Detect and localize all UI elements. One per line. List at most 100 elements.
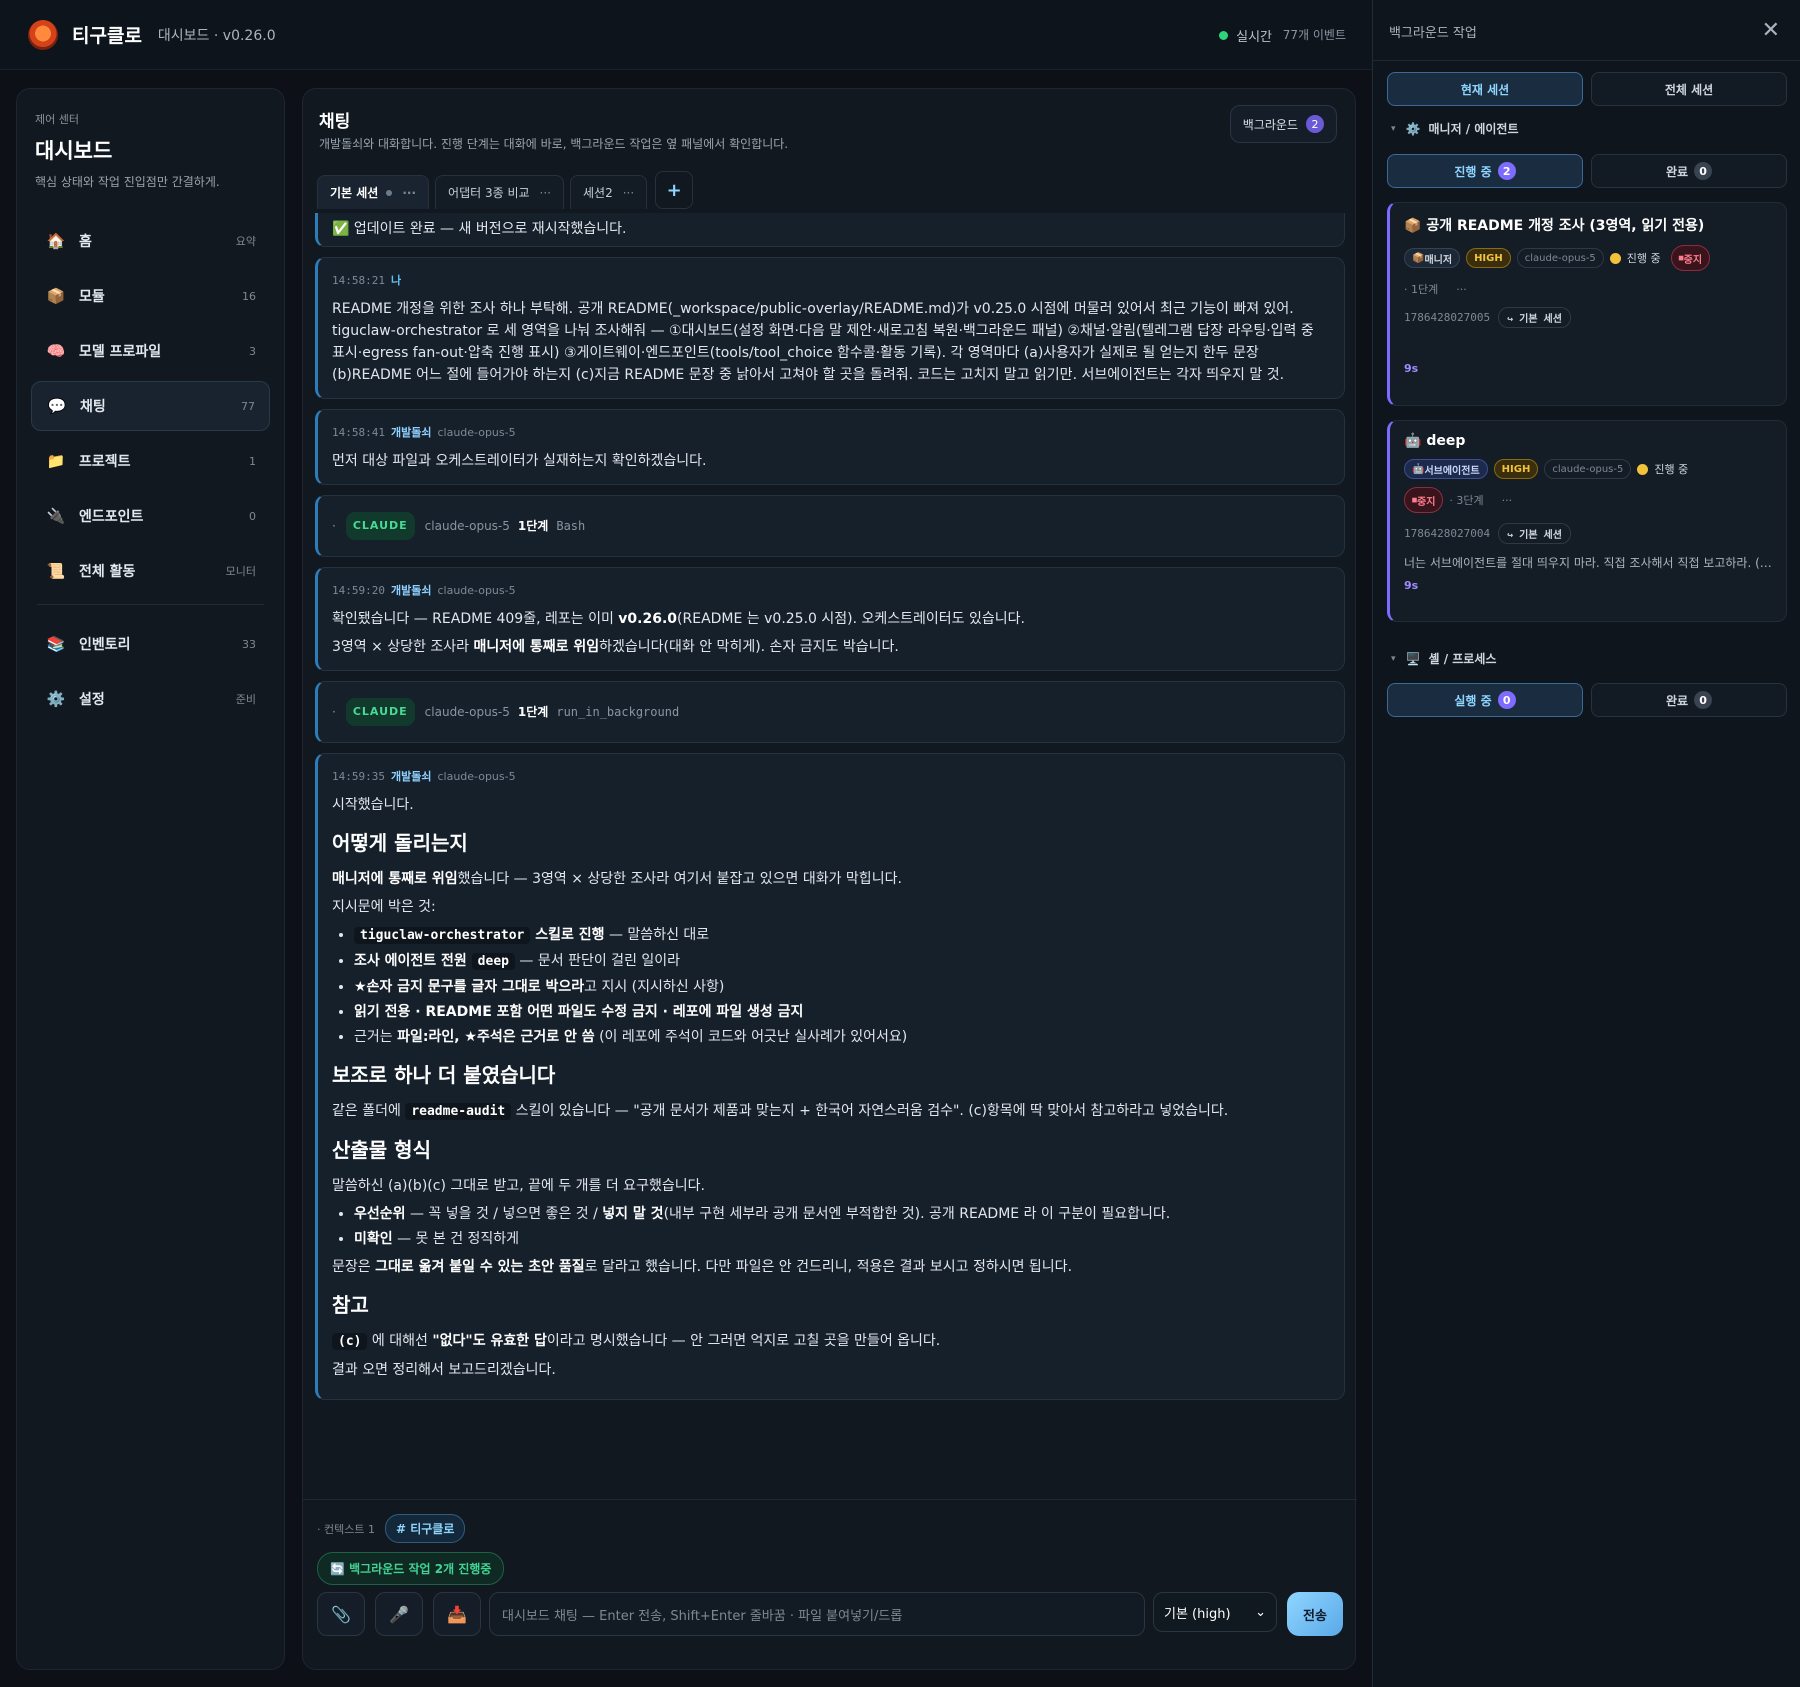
task-title: 🤖 deep <box>1404 433 1466 449</box>
message-author: 개발돌쇠 <box>390 584 432 597</box>
task-card[interactable]: 📦 공개 README 개정 조사 (3영역, 읽기 전용) 📦 매니저 HIG… <box>1387 202 1787 406</box>
message-text: 결과 오면 정리해서 보고드리겠습니다. <box>332 1362 556 1378</box>
sidebar-item-count: 준비 <box>235 693 256 706</box>
sidebar-item-model-profiles[interactable]: 🧠 모델 프로파일 3 <box>31 326 270 376</box>
background-running-label: 백그라운드 작업 2개 진행중 <box>349 1562 492 1576</box>
tool-stage: 1단계 <box>517 519 549 533</box>
panel-title: 백그라운드 작업 <box>1389 26 1477 41</box>
message-text: 3영역 × 상당한 조사라 매니저에 통째로 위임하겠습니다(대화 안 막히게)… <box>332 639 899 655</box>
filter-label: 실행 중 <box>1454 693 1492 708</box>
close-icon[interactable]: ✕ <box>1762 18 1780 43</box>
message-time: 14:58:21 <box>332 274 385 287</box>
section-agents-header[interactable]: ▾ ⚙️ 매니저 / 에이전트 <box>1391 120 1519 137</box>
session-tag[interactable]: ↪ 기본 세션 <box>1498 307 1571 328</box>
add-tab-button[interactable]: + <box>655 171 694 209</box>
message-time: 14:58:41 <box>332 426 385 439</box>
tool-call-row[interactable]: · CLAUDE claude-opus-5 1단계 Bash <box>315 495 1345 557</box>
tab-more-icon[interactable]: ··· <box>623 186 634 200</box>
session-tag[interactable]: ↪ 기본 세션 <box>1498 523 1571 544</box>
task-tags: 📦 매니저 HIGH claude-opus-5 진행 중 ⏹ 중지 <box>1404 245 1772 271</box>
send-button[interactable]: 전송 <box>1287 1592 1343 1636</box>
background-running-chip[interactable]: 🔄 백그라운드 작업 2개 진행중 <box>317 1552 505 1585</box>
section-label: 매니저 / 에이전트 <box>1428 122 1519 136</box>
scroll-icon: 📜 <box>46 562 66 580</box>
tool-stage: 1단계 <box>517 705 549 719</box>
sidebar-item-label: 모델 프로파일 <box>79 344 162 360</box>
tab-label: 세션2 <box>583 186 613 200</box>
tool-name: run_in_background <box>556 705 680 719</box>
package-icon: 📦 <box>1404 218 1427 234</box>
sidebar-item-count: 33 <box>242 637 256 651</box>
background-toggle-button[interactable]: 백그라운드 2 <box>1229 105 1337 143</box>
stop-button[interactable]: ⏹ 중지 <box>1404 487 1444 513</box>
background-tasks-panel: 백그라운드 작업 ✕ 현재 세션 전체 세션 ▾ ⚙️ 매니저 / 에이전트 진… <box>1372 0 1800 1687</box>
task-card[interactable]: 🤖 deep 🤖 서브에이전트 HIGH claude-opus-5 진행 중 … <box>1387 420 1787 622</box>
refresh-icon: 🔄 <box>330 1562 350 1576</box>
message-meta: 14:59:20 개발돌쇠 claude-opus-5 <box>332 580 1330 602</box>
more-icon[interactable]: ··· <box>1456 283 1467 296</box>
caret-down-icon: ▾ <box>1391 123 1396 134</box>
shell-filter-done[interactable]: 완료 0 <box>1591 683 1787 717</box>
panel-divider <box>1373 60 1800 61</box>
sidebar-item-home[interactable]: 🏠 홈 요약 <box>31 216 270 266</box>
package-icon: 📦 <box>46 287 66 305</box>
live-indicator: 실시간 <box>1219 26 1272 45</box>
effort-select[interactable]: 기본 (high) ⌄ <box>1153 1592 1277 1632</box>
sidebar-item-projects[interactable]: 📁 프로젝트 1 <box>31 436 270 486</box>
filter-done[interactable]: 완료 0 <box>1591 154 1787 188</box>
tab-session2[interactable]: 세션2 ··· <box>570 175 648 209</box>
shell-filter-running[interactable]: 실행 중 0 <box>1387 683 1583 717</box>
tool-call-row[interactable]: · CLAUDE claude-opus-5 1단계 run_in_backgr… <box>315 681 1345 743</box>
mic-button[interactable]: 🎤 <box>375 1592 423 1636</box>
app-logo-icon <box>28 19 58 50</box>
page-description: 개발돌쇠와 대화합니다. 진행 단계는 대화에 바로, 백그라운드 작업은 옆 … <box>319 137 789 151</box>
status-label: 진행 중 <box>1609 250 1661 266</box>
version-label: 대시보드 · v0.26.0 <box>157 27 276 44</box>
sidebar-item-endpoints[interactable]: 🔌 엔드포인트 0 <box>31 491 270 541</box>
scope-current-session[interactable]: 현재 세션 <box>1387 72 1583 106</box>
stop-button[interactable]: ⏹ 중지 <box>1670 245 1711 271</box>
sidebar-item-label: 인벤토리 <box>79 637 131 653</box>
list-item: tiguclaw-orchestrator 스킬로 진행 — 말씀하신 대로 <box>354 924 1330 947</box>
message-author: 나 <box>390 274 402 287</box>
message-text: 말씀하신 (a)(b)(c) 그대로 받고, 끝에 두 개를 더 요구했습니다. <box>332 1178 705 1194</box>
task-id-line: 1786428027004 ↪ 기본 세션 <box>1404 523 1772 544</box>
message-meta: 14:58:41 개발돌쇠 claude-opus-5 <box>332 422 1330 444</box>
chat-input[interactable]: 대시보드 채팅 — Enter 전송, Shift+Enter 줄바꿈 · 파일… <box>489 1592 1145 1636</box>
tool-model: claude-opus-5 <box>424 519 510 533</box>
gear-icon: ⚙️ <box>46 690 66 708</box>
assistant-message: 14:58:41 개발돌쇠 claude-opus-5 먼저 대상 파일과 오케스트… <box>315 409 1345 485</box>
sidebar-item-count: 요약 <box>235 235 256 248</box>
sidebar-divider <box>37 604 264 605</box>
role-tag: 🤖 서브에이전트 <box>1404 459 1488 479</box>
attach-button[interactable]: 📎 <box>317 1592 365 1636</box>
filter-label: 완료 <box>1665 164 1689 179</box>
priority-tag: HIGH <box>1466 248 1511 268</box>
sidebar-item-chat[interactable]: 💬 채팅 77 <box>31 381 270 431</box>
section-shell-header[interactable]: ▾ 🖥️ 셸 / 프로세스 <box>1391 650 1496 667</box>
sidebar-item-inventory[interactable]: 📚 인벤토리 33 <box>31 619 270 669</box>
filter-running[interactable]: 진행 중 2 <box>1387 154 1583 188</box>
model-tag: claude-opus-5 <box>1544 459 1632 479</box>
live-dot-icon <box>1219 31 1229 40</box>
tab-adapter-compare[interactable]: 어댑터 3종 비교 ··· <box>435 175 564 209</box>
gear-icon: ⚙️ <box>1405 121 1421 136</box>
message-author: 개발돌쇠 <box>390 770 432 783</box>
context-chip[interactable]: # 티구클로 <box>384 1514 466 1543</box>
sidebar-item-modules[interactable]: 📦 모듈 16 <box>31 271 270 321</box>
more-icon[interactable]: ··· <box>1502 494 1513 507</box>
sidebar-item-settings[interactable]: ⚙️ 설정 준비 <box>31 674 270 724</box>
brand-name: 티구클로 <box>72 25 142 47</box>
status-dot-icon <box>1609 252 1621 264</box>
sidebar-item-activity[interactable]: 📜 전체 활동 모니터 <box>31 546 270 596</box>
tab-more-icon[interactable]: ··· <box>540 186 551 200</box>
sidebar-item-count: 1 <box>249 454 256 468</box>
message-list-block: 우선순위 — 꼭 넣을 것 / 넣으면 좋은 것 / 넣지 말 것(내부 구현 … <box>354 1203 1330 1250</box>
claude-tag: CLAUDE <box>345 698 415 726</box>
task-description: 너는 서브에이전트를 절대 띄우지 마라. 직접 조사해서 직접 보고하라. (… <box>1404 556 1772 570</box>
tab-default-session[interactable]: 기본 세션 ··· <box>317 175 430 209</box>
tab-more-icon[interactable]: ··· <box>402 186 416 200</box>
scope-all-sessions[interactable]: 전체 세션 <box>1591 72 1787 106</box>
message-time: 14:59:20 <box>332 584 385 597</box>
upload-button[interactable]: 📥 <box>433 1592 481 1636</box>
